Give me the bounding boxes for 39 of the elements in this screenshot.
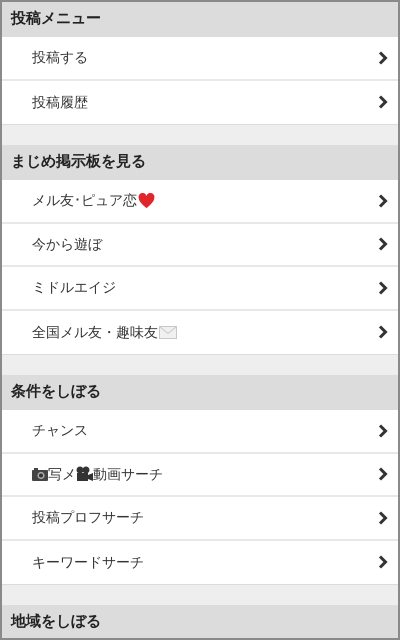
menu-item-label: 投稿履歴 (32, 92, 88, 112)
menu-item[interactable]: チャンス (2, 410, 398, 454)
menu-item[interactable]: ミドルエイジ (2, 267, 398, 310)
menu-item-label: 投稿プロフサーチ (32, 508, 144, 528)
menu-item-label: 写メ (48, 464, 76, 484)
menu-item-label: 投稿する (32, 48, 88, 68)
envelope-icon (159, 326, 177, 339)
video-camera-icon (76, 466, 93, 482)
menu-item[interactable]: 全国メル友・趣味友 (2, 310, 398, 354)
menu-item-label: ミドルエイジ (32, 278, 116, 298)
heart-icon (138, 192, 155, 209)
section-header: 投稿メニュー (2, 2, 398, 37)
camera-icon (32, 468, 48, 481)
menu-item-label: 今から遊ぼ (32, 234, 102, 254)
menu-item-label: メル友･ピュア恋 (32, 191, 137, 210)
section-header: まじめ掲示板を見る (2, 145, 398, 180)
menu-item[interactable]: 投稿履歴 (2, 80, 398, 124)
section-header: 条件をしぼる (2, 375, 398, 410)
menu-item[interactable]: キーワードサーチ (2, 540, 398, 584)
chevron-right-icon (378, 555, 388, 570)
chevron-right-icon (378, 424, 388, 438)
menu-item[interactable]: 投稿する (2, 37, 398, 80)
menu-item[interactable]: 写メ 動画サーチ (2, 454, 398, 497)
menu-item[interactable]: メル友･ピュア恋 (2, 180, 398, 224)
chevron-right-icon (378, 325, 388, 340)
chevron-right-icon (378, 237, 388, 252)
menu-item-label: 動画サーチ (93, 464, 163, 484)
chevron-right-icon (378, 510, 388, 525)
chevron-right-icon (378, 467, 388, 482)
chevron-right-icon (378, 50, 388, 65)
menu-item[interactable]: 投稿プロフサーチ (2, 497, 398, 540)
section-header: 地域をしぼる (2, 605, 398, 638)
menu-item-label: キーワードサーチ (32, 552, 144, 572)
chevron-right-icon (378, 95, 388, 110)
menu-item[interactable]: 今から遊ぼ (2, 224, 398, 267)
chevron-right-icon (378, 194, 388, 208)
chevron-right-icon (378, 280, 388, 295)
menu-item-label: チャンス (32, 421, 88, 440)
menu-item-label: 全国メル友・趣味友 (32, 322, 158, 342)
